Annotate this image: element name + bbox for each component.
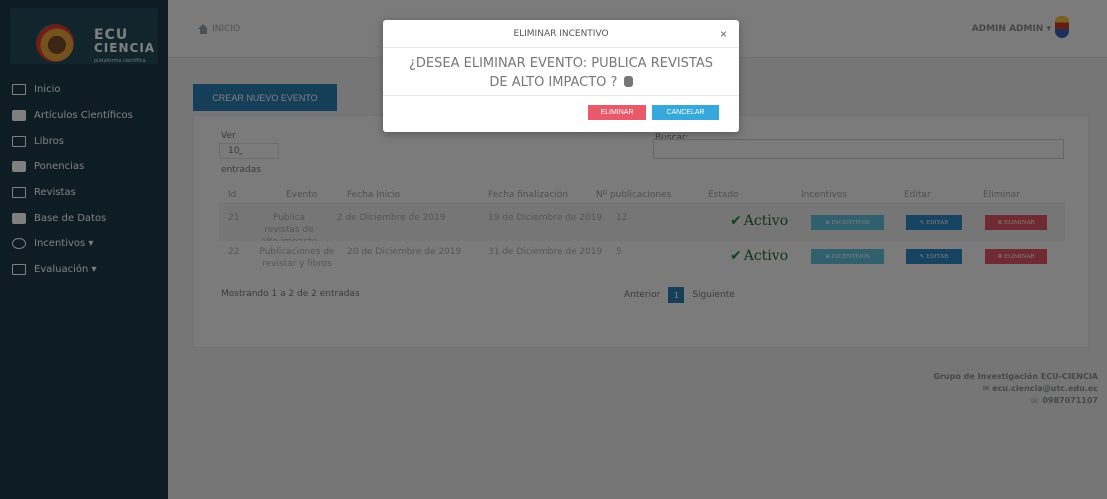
modal-message: ¿DESEA ELIMINAR EVENTO: PUBLICA REVISTAS… [409, 56, 713, 90]
confirm-delete-button[interactable]: ELIMINAR [588, 105, 646, 120]
cancel-button[interactable]: CANCELAR [652, 105, 719, 120]
delete-modal: ELIMINAR INCENTIVO × ¿DESEA ELIMINAR EVE… [383, 20, 739, 132]
modal-message-wrap: ¿DESEA ELIMINAR EVENTO: PUBLICA REVISTAS… [399, 54, 723, 92]
modal-divider [383, 95, 739, 96]
close-icon[interactable]: × [720, 27, 727, 41]
modal-title: ELIMINAR INCENTIVO [383, 20, 739, 48]
trash-icon [623, 76, 633, 87]
